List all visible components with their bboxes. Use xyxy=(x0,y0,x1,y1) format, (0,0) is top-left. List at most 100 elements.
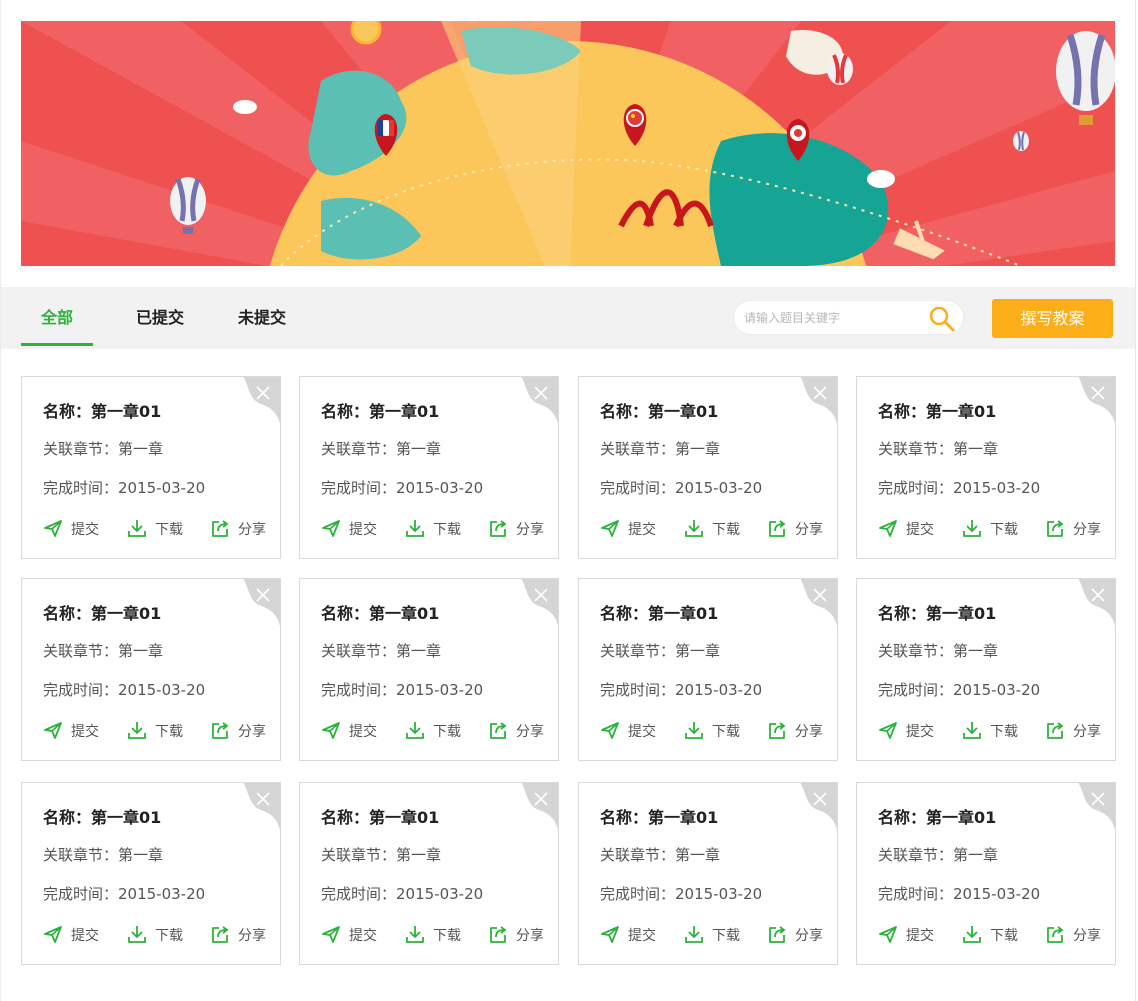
close-icon[interactable] xyxy=(533,587,549,603)
download-label: 下载 xyxy=(433,724,461,740)
download-icon xyxy=(963,520,981,537)
share-button[interactable]: 分享 xyxy=(767,923,827,945)
share-button[interactable]: 分享 xyxy=(1045,517,1105,539)
lesson-plan-card: 名称：第一章01 关联章节：第一章 完成时间：2015-03-20 提交 下载 xyxy=(21,782,281,965)
tab-all[interactable]: 全部 xyxy=(21,287,93,349)
share-label: 分享 xyxy=(1073,928,1101,944)
submit-button[interactable]: 提交 xyxy=(878,517,938,539)
lesson-plan-card: 名称：第一章01 关联章节：第一章 完成时间：2015-03-20 提交 下载 xyxy=(578,376,838,559)
close-icon[interactable] xyxy=(255,587,271,603)
submit-button[interactable]: 提交 xyxy=(878,923,938,945)
share-button[interactable]: 分享 xyxy=(210,923,270,945)
card-name: 名称：第一章01 xyxy=(600,604,719,623)
download-button[interactable]: 下载 xyxy=(405,517,465,539)
close-icon[interactable] xyxy=(255,791,271,807)
download-label: 下载 xyxy=(990,724,1018,740)
close-icon[interactable] xyxy=(1090,385,1106,401)
share-button[interactable]: 分享 xyxy=(488,923,548,945)
close-icon[interactable] xyxy=(812,791,828,807)
card-name: 名称：第一章01 xyxy=(878,604,997,623)
download-button[interactable]: 下载 xyxy=(962,923,1022,945)
submit-button[interactable]: 提交 xyxy=(600,923,660,945)
card-chapter: 关联章节：第一章 xyxy=(878,846,999,864)
card-date: 完成时间：2015-03-20 xyxy=(321,479,484,497)
submit-button[interactable]: 提交 xyxy=(600,517,660,539)
download-button[interactable]: 下载 xyxy=(684,923,744,945)
download-button[interactable]: 下载 xyxy=(684,517,744,539)
download-button[interactable]: 下载 xyxy=(405,923,465,945)
download-label: 下载 xyxy=(433,928,461,944)
submit-button[interactable]: 提交 xyxy=(600,719,660,741)
download-button[interactable]: 下载 xyxy=(127,923,187,945)
close-icon[interactable] xyxy=(255,385,271,401)
card-actions: 提交 下载 分享 xyxy=(878,517,1108,539)
card-date: 完成时间：2015-03-20 xyxy=(43,885,206,903)
download-button[interactable]: 下载 xyxy=(127,719,187,741)
lesson-plan-card: 名称：第一章01 关联章节：第一章 完成时间：2015-03-20 提交 下载 xyxy=(856,376,1116,559)
submit-button[interactable]: 提交 xyxy=(43,719,103,741)
card-date: 完成时间：2015-03-20 xyxy=(878,681,1041,699)
share-icon xyxy=(769,926,786,943)
download-button[interactable]: 下载 xyxy=(962,517,1022,539)
download-icon xyxy=(406,722,424,739)
download-button[interactable]: 下载 xyxy=(684,719,744,741)
download-label: 下载 xyxy=(155,522,183,538)
download-label: 下载 xyxy=(155,928,183,944)
share-button[interactable]: 分享 xyxy=(1045,719,1105,741)
lesson-plan-card: 名称：第一章01 关联章节：第一章 完成时间：2015-03-20 提交 下载 xyxy=(299,376,559,559)
send-icon xyxy=(879,520,897,537)
download-button[interactable]: 下载 xyxy=(962,719,1022,741)
download-icon xyxy=(685,926,703,943)
search-icon[interactable] xyxy=(928,305,956,333)
download-label: 下载 xyxy=(712,724,740,740)
tab-submitted[interactable]: 已提交 xyxy=(125,287,195,349)
lesson-plan-card: 名称：第一章01 关联章节：第一章 完成时间：2015-03-20 提交 下载 xyxy=(578,782,838,965)
download-button[interactable]: 下载 xyxy=(405,719,465,741)
banner-illustration xyxy=(21,21,1115,266)
card-actions: 提交 下载 分享 xyxy=(600,923,830,945)
tab-unsubmitted[interactable]: 未提交 xyxy=(227,287,297,349)
send-icon xyxy=(322,520,340,537)
close-icon[interactable] xyxy=(812,587,828,603)
send-icon xyxy=(322,926,340,943)
close-icon[interactable] xyxy=(533,385,549,401)
card-date: 完成时间：2015-03-20 xyxy=(600,479,763,497)
close-icon[interactable] xyxy=(533,791,549,807)
lesson-plan-card: 名称：第一章01 关联章节：第一章 完成时间：2015-03-20 提交 下载 xyxy=(856,578,1116,761)
submit-button[interactable]: 提交 xyxy=(321,719,381,741)
share-button[interactable]: 分享 xyxy=(767,517,827,539)
send-icon xyxy=(879,926,897,943)
download-label: 下载 xyxy=(712,522,740,538)
share-button[interactable]: 分享 xyxy=(767,719,827,741)
submit-label: 提交 xyxy=(628,522,656,538)
submit-button[interactable]: 提交 xyxy=(43,517,103,539)
card-name: 名称：第一章01 xyxy=(43,402,162,421)
card-date: 完成时间：2015-03-20 xyxy=(878,885,1041,903)
card-actions: 提交 下载 分享 xyxy=(321,719,551,741)
submit-button[interactable]: 提交 xyxy=(878,719,938,741)
card-date: 完成时间：2015-03-20 xyxy=(321,885,484,903)
close-icon[interactable] xyxy=(1090,587,1106,603)
card-chapter: 关联章节：第一章 xyxy=(43,440,164,458)
submit-label: 提交 xyxy=(349,928,377,944)
write-lesson-plan-button[interactable]: 撰写教案 xyxy=(992,299,1113,338)
share-button[interactable]: 分享 xyxy=(488,719,548,741)
share-icon xyxy=(490,926,507,943)
submit-button[interactable]: 提交 xyxy=(43,923,103,945)
submit-button[interactable]: 提交 xyxy=(321,517,381,539)
card-chapter: 关联章节：第一章 xyxy=(321,440,442,458)
share-button[interactable]: 分享 xyxy=(210,719,270,741)
submit-button[interactable]: 提交 xyxy=(321,923,381,945)
card-actions: 提交 下载 分享 xyxy=(600,517,830,539)
card-chapter: 关联章节：第一章 xyxy=(43,846,164,864)
share-button[interactable]: 分享 xyxy=(1045,923,1105,945)
close-icon[interactable] xyxy=(1090,791,1106,807)
card-chapter: 关联章节：第一章 xyxy=(878,440,999,458)
download-button[interactable]: 下载 xyxy=(127,517,187,539)
search-input[interactable] xyxy=(744,301,924,334)
download-icon xyxy=(406,520,424,537)
close-icon[interactable] xyxy=(812,385,828,401)
share-button[interactable]: 分享 xyxy=(210,517,270,539)
filter-toolbar: 全部 已提交 未提交 撰写教案 xyxy=(1,287,1135,349)
share-button[interactable]: 分享 xyxy=(488,517,548,539)
